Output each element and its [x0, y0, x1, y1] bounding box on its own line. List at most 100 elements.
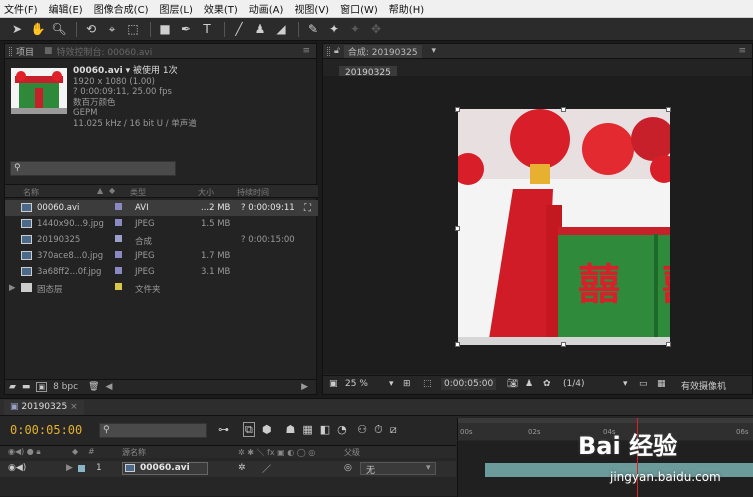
- composition-dropdown-icon[interactable]: ▾: [432, 46, 437, 56]
- column-size[interactable]: 大小: [198, 187, 214, 198]
- scroll-left-icon[interactable]: ◀: [105, 382, 112, 392]
- project-item-row[interactable]: 20190325 合成 ? 0:00:15:00: [5, 232, 318, 248]
- camera-tool-icon[interactable]: ⌖: [103, 20, 121, 38]
- draft-3d-icon[interactable]: ⬢: [262, 423, 272, 436]
- layer-label-color[interactable]: [78, 465, 85, 472]
- transparency-grid-icon[interactable]: ▦: [657, 379, 666, 389]
- transform-handle[interactable]: [455, 107, 460, 112]
- flowchart-icon[interactable]: ⛶: [304, 203, 311, 214]
- panel-menu-icon[interactable]: ≡: [738, 46, 746, 56]
- always-preview-icon[interactable]: ▣: [329, 379, 338, 389]
- timeline-search-input[interactable]: ⚲: [99, 423, 207, 438]
- scroll-right-icon[interactable]: ▶: [301, 382, 308, 392]
- roto-brush-tool-icon[interactable]: ✎: [304, 20, 322, 38]
- close-tab-icon[interactable]: ×: [70, 402, 78, 412]
- lock-icon[interactable]: 🔓︎: [334, 46, 340, 56]
- menu-item[interactable]: 编辑(E): [49, 1, 83, 16]
- transform-handle[interactable]: [666, 107, 671, 112]
- quality-switch-icon[interactable]: ／: [262, 462, 271, 475]
- type-tool-icon[interactable]: T: [198, 20, 216, 38]
- item-label-color[interactable]: [115, 203, 122, 210]
- channel-icon[interactable]: ✿: [543, 379, 551, 389]
- frame-blending-icon[interactable]: ▦: [302, 423, 312, 436]
- graph-editor-icon[interactable]: ⚇: [357, 423, 367, 436]
- resolution-dropdown[interactable]: (1/4): [563, 379, 585, 389]
- pen-tool-icon[interactable]: ✒: [177, 20, 195, 38]
- layer-expand-icon[interactable]: ▶: [66, 463, 73, 473]
- new-folder-icon[interactable]: ▬: [22, 382, 31, 392]
- tab-project[interactable]: 项目: [16, 45, 34, 58]
- panel-grip-icon[interactable]: [327, 46, 330, 56]
- switches-header-icons[interactable]: ✲ ✱ ＼ fx ▣ ◐ ◯ ◎: [238, 447, 315, 458]
- clone-stamp-tool-icon[interactable]: ♟: [251, 20, 269, 38]
- menu-item[interactable]: 图像合成(C): [94, 1, 149, 16]
- tab-effect-controls[interactable]: 特效控制台: 00060.avi: [57, 45, 153, 58]
- region-of-interest-icon[interactable]: ▭: [639, 379, 648, 389]
- eraser-tool-icon[interactable]: ◢: [272, 20, 290, 38]
- project-item-row[interactable]: 3a68ff2...0f.jpg JPEG 3.1 MB: [5, 264, 318, 280]
- item-label-color[interactable]: [115, 235, 122, 242]
- layer-av-switches-icon[interactable]: ◉◀): [8, 463, 26, 473]
- layer-row[interactable]: ◉◀) ▶ 1 00060.avi ✲ ／ ◎ 无 ▾: [0, 461, 456, 477]
- column-duration[interactable]: 持续时间: [237, 187, 269, 198]
- source-name-header[interactable]: 源名称: [122, 447, 146, 458]
- project-item-row[interactable]: 1440x90...9.jpg JPEG 1.5 MB: [5, 216, 318, 232]
- item-label-color[interactable]: [115, 251, 122, 258]
- live-update-icon[interactable]: ⧉: [243, 422, 255, 437]
- menu-item[interactable]: 图层(L): [159, 1, 192, 16]
- camera-view-dropdown[interactable]: 有效摄像机: [681, 379, 726, 392]
- pan-behind-tool-icon[interactable]: ⬚: [124, 20, 142, 38]
- collapse-switch-icon[interactable]: ✲: [238, 463, 246, 473]
- label-column-icon[interactable]: ◆: [72, 447, 78, 456]
- folder-expand-icon[interactable]: ▶: [9, 283, 16, 293]
- render-queue-icon[interactable]: ⧄: [390, 423, 397, 436]
- transform-handle[interactable]: [666, 342, 671, 347]
- menu-item[interactable]: 文件(F): [4, 1, 38, 16]
- lock-icon[interactable]: ■: [44, 46, 53, 56]
- rectangle-tool-icon[interactable]: ■: [156, 20, 174, 38]
- project-item-row[interactable]: ▶ 固态层 文件夹: [5, 280, 318, 296]
- parent-pickwhip-icon[interactable]: ◎: [344, 463, 352, 473]
- panel-grip-icon[interactable]: [9, 46, 12, 56]
- footage-usage[interactable]: ▾ 被使用 1次: [126, 66, 178, 76]
- motion-blur-icon[interactable]: ◧: [320, 423, 330, 436]
- bpc-button[interactable]: 8 bpc: [53, 382, 78, 392]
- transform-handle[interactable]: [561, 342, 566, 347]
- av-features-icons[interactable]: ◉◀) ● 🔒︎: [8, 447, 41, 457]
- zoom-dropdown-arrow-icon[interactable]: ▾: [389, 379, 394, 389]
- trash-icon[interactable]: 🗑︎: [88, 382, 99, 392]
- menu-item[interactable]: 视图(V): [294, 1, 329, 16]
- item-label-color[interactable]: [115, 267, 122, 274]
- zoom-tool-icon[interactable]: 🔍︎: [50, 20, 68, 38]
- puppet-tool-icon[interactable]: ✦: [325, 20, 343, 38]
- hand-tool-icon[interactable]: ✋: [29, 20, 47, 38]
- snapshot-icon[interactable]: 📷︎: [507, 379, 518, 389]
- interpret-footage-icon[interactable]: ▰: [9, 382, 16, 392]
- menu-item[interactable]: 帮助(H): [389, 1, 424, 16]
- project-item-row[interactable]: 00060.avi AVI ...2 MB ? 0:00:09:11: [5, 200, 318, 216]
- project-search-input[interactable]: ⚲: [10, 161, 176, 176]
- item-label-color[interactable]: [115, 219, 122, 226]
- transform-handle[interactable]: [561, 107, 566, 112]
- mask-visibility-icon[interactable]: ⬚: [423, 379, 432, 389]
- menu-item[interactable]: 动画(A): [249, 1, 284, 16]
- selection-tool-icon[interactable]: ➤: [8, 20, 26, 38]
- current-time-display[interactable]: 0:00:05:00: [441, 378, 497, 390]
- panel-menu-icon[interactable]: ≡: [302, 46, 310, 56]
- comp-mini-flowchart-icon[interactable]: ⊶: [218, 423, 229, 436]
- parent-header[interactable]: 父级: [344, 447, 360, 458]
- brainstorm-icon[interactable]: ◔: [337, 423, 347, 436]
- composition-viewer[interactable]: 囍 囍: [323, 76, 752, 374]
- item-label-color[interactable]: [115, 283, 122, 290]
- transform-handle[interactable]: [455, 342, 460, 347]
- transform-handle[interactable]: [455, 226, 460, 231]
- tab-timeline-composition[interactable]: ▣ 20190325 ×: [4, 400, 84, 415]
- project-item-row[interactable]: 370ace8...0.jpg JPEG 1.7 MB: [5, 248, 318, 264]
- safe-zones-icon[interactable]: ⊞: [403, 379, 411, 389]
- show-snapshot-icon[interactable]: ♟: [525, 379, 533, 389]
- new-composition-icon[interactable]: ▣: [36, 382, 48, 392]
- menu-item[interactable]: 窗口(W): [340, 1, 378, 16]
- timeline-current-time[interactable]: 0:00:05:00: [10, 423, 82, 437]
- rotate-tool-icon[interactable]: ⟲: [82, 20, 100, 38]
- auto-keyframe-icon[interactable]: ⏱: [374, 423, 383, 436]
